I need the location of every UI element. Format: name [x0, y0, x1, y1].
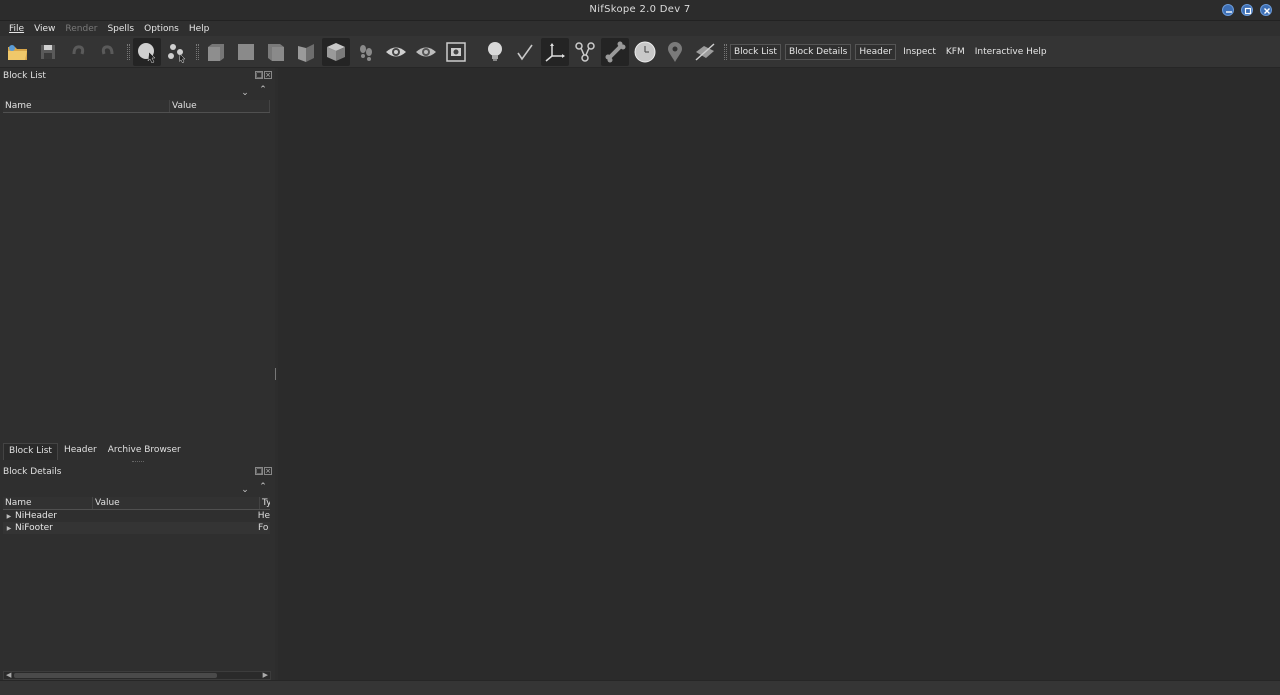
normals-icon[interactable]: [511, 38, 539, 66]
axes-icon[interactable]: [541, 37, 569, 66]
menu-spells[interactable]: Spells: [102, 24, 139, 34]
view-walk-icon[interactable]: [292, 38, 320, 66]
expand-all-icon[interactable]: ⌄: [240, 88, 250, 98]
block-details-header: Name Value Ty: [3, 497, 270, 510]
menu-view[interactable]: View: [29, 24, 60, 34]
block-details-title: Block Details: [3, 467, 62, 477]
column-header-value[interactable]: Value: [170, 100, 270, 112]
menu-render[interactable]: Render: [60, 24, 102, 34]
window-title: NifSkope 2.0 Dev 7: [589, 4, 691, 15]
horizontal-scrollbar[interactable]: ◀ ▶: [3, 671, 271, 680]
left-dock: Block List □ × ⌄ ⌃ Name Value Block List…: [0, 68, 275, 680]
kfm-button[interactable]: KFM: [943, 45, 968, 59]
scrollbar-thumb[interactable]: [14, 673, 217, 678]
column-header-name[interactable]: Name: [3, 497, 93, 509]
eye-icon[interactable]: [382, 38, 410, 66]
view-top-icon[interactable]: [262, 38, 290, 66]
close-dock-icon[interactable]: ×: [264, 71, 272, 79]
lock-icon[interactable]: [691, 38, 719, 66]
tab-header[interactable]: Header: [59, 443, 102, 460]
menu-help[interactable]: Help: [184, 24, 215, 34]
toolbar-separator: [724, 43, 727, 60]
render-viewport[interactable]: [278, 68, 1280, 680]
collapse-all-icon[interactable]: ⌃: [258, 85, 268, 95]
bone-icon[interactable]: [601, 37, 629, 66]
scroll-left-icon[interactable]: ◀: [6, 671, 11, 679]
select-nodes-icon[interactable]: [163, 38, 191, 66]
minimize-icon[interactable]: [1222, 4, 1234, 16]
undo-icon[interactable]: [64, 38, 92, 66]
splitter-grip[interactable]: [275, 368, 277, 380]
clock-icon[interactable]: [631, 38, 659, 66]
close-dock-icon[interactable]: ×: [264, 467, 272, 475]
block-list-title: Block List: [3, 71, 46, 81]
float-dock-icon[interactable]: □: [255, 71, 263, 79]
save-icon[interactable]: [34, 38, 62, 66]
block-list-button[interactable]: Block List: [730, 43, 781, 60]
expand-all-icon[interactable]: ⌄: [240, 485, 250, 495]
footsteps-icon[interactable]: [352, 38, 380, 66]
menu-file[interactable]: File: [4, 24, 29, 34]
header-button[interactable]: Header: [855, 43, 897, 60]
menu-options[interactable]: Options: [139, 24, 184, 34]
eye-outline-icon[interactable]: [412, 38, 440, 66]
tab-archive-browser[interactable]: Archive Browser: [103, 443, 186, 460]
main-toolbar: Block List Block Details Header Inspect …: [0, 36, 1280, 68]
row-name: NiHeader: [14, 511, 57, 521]
menu-bar: File View Render Spells Options Help: [0, 21, 1280, 36]
title-bar: NifSkope 2.0 Dev 7: [0, 0, 1280, 21]
tree-row-niheader[interactable]: ▶ NiHeader He: [3, 510, 270, 522]
expand-arrow-icon[interactable]: ▶: [3, 525, 15, 532]
left-dock-tabs: Block List Header Archive Browser: [3, 443, 187, 460]
tree-row-nifooter[interactable]: ▶ NiFooter Fo: [3, 522, 270, 534]
inspect-button[interactable]: Inspect: [900, 45, 939, 59]
dock-resize-grip[interactable]: [132, 461, 144, 464]
status-bar: [0, 680, 1280, 695]
maximize-icon[interactable]: [1241, 4, 1253, 16]
close-icon[interactable]: [1260, 4, 1272, 16]
row-type: Fo: [258, 523, 269, 533]
row-type: He: [257, 511, 270, 521]
select-sphere-icon[interactable]: [133, 37, 161, 66]
column-header-type[interactable]: Ty: [260, 497, 270, 509]
screenshot-icon[interactable]: [442, 38, 470, 66]
column-header-name[interactable]: Name: [3, 100, 170, 112]
nodes-tree-icon[interactable]: [571, 38, 599, 66]
lightbulb-icon[interactable]: [481, 38, 509, 66]
collapse-all-icon[interactable]: ⌃: [258, 482, 268, 492]
column-header-value[interactable]: Value: [93, 497, 260, 509]
block-details-button[interactable]: Block Details: [784, 43, 852, 60]
view-user-icon[interactable]: [322, 37, 350, 66]
view-front-icon[interactable]: [202, 38, 230, 66]
interactive-help-button[interactable]: Interactive Help: [972, 45, 1050, 59]
expand-arrow-icon[interactable]: ▶: [3, 513, 15, 520]
scroll-right-icon[interactable]: ▶: [263, 671, 268, 679]
toolbar-separator: [196, 43, 199, 60]
block-list-header: Name Value: [3, 100, 270, 113]
marker-icon[interactable]: [661, 38, 689, 66]
view-side-icon[interactable]: [232, 38, 260, 66]
open-folder-icon[interactable]: [4, 38, 32, 66]
row-name: NiFooter: [15, 523, 53, 533]
tab-block-list[interactable]: Block List: [3, 443, 58, 460]
redo-icon[interactable]: [94, 38, 122, 66]
float-dock-icon[interactable]: □: [255, 467, 263, 475]
toolbar-separator: [127, 43, 130, 60]
